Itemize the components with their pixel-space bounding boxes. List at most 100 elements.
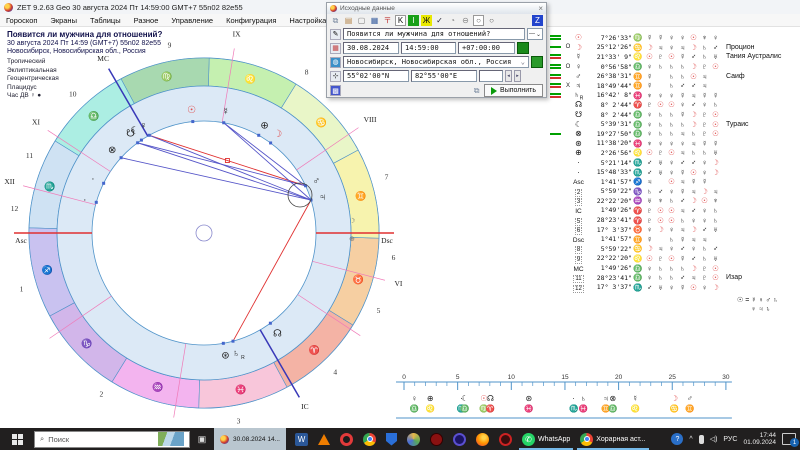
prev-arrow-button[interactable]: ◂ [505, 70, 512, 82]
toolbar-icon[interactable]: ✓ [434, 15, 445, 26]
menu-item-разное[interactable]: Разное [134, 16, 159, 25]
taskbar-app-word[interactable]: W [290, 428, 313, 450]
taskbar-app-paint[interactable] [402, 428, 425, 450]
longitude-input[interactable]: 82°55'00"E [411, 70, 477, 82]
timezone-input[interactable]: +07:00:00 [458, 42, 515, 54]
taskbar-apps: W ✆WhatsAppХорарная аст... [290, 428, 651, 450]
toolbar-icon[interactable]: ▤ [343, 15, 354, 26]
globe-icon: ◍ [330, 57, 341, 68]
house-cusp-line [48, 130, 111, 171]
menu-item-конфигурация[interactable]: Конфигурация [226, 16, 276, 25]
zodiac-sign-glyph: ♋ [316, 117, 327, 128]
taskbar-app-opera[interactable] [335, 428, 358, 450]
ruler-planet-glyph: ☽ [671, 394, 678, 403]
copy-icon[interactable]: ⧉ [471, 85, 482, 96]
question-input[interactable]: Появится ли мужчина для отношений? [343, 28, 525, 40]
center-circle [196, 225, 212, 241]
zodiac-sector [29, 228, 75, 316]
toolbar-icon[interactable]: ▢ [356, 15, 367, 26]
latitude-input[interactable]: 55°02'00"N [343, 70, 409, 82]
ruler-planet-glyph: ♄ [580, 394, 586, 403]
chart-setting: Час ДВ ♀ ● [7, 92, 59, 101]
chart-setting: Геоцентрическая [7, 75, 59, 84]
planet-positions-table: ☉7°26'33"♍☿☿♀♀☉♆♀O☽25°12'26"♋☽♃♀♃☽♄♂Проц… [550, 33, 800, 292]
toolbar-icon[interactable]: Ж [421, 15, 432, 26]
zet-taskbar-button[interactable]: 30.08.2024 14... [214, 428, 286, 450]
dialog-title-bar[interactable]: Исходные данные × [327, 3, 546, 14]
date-input[interactable]: 30.08.2024 [343, 42, 399, 54]
menu-item-таблицы[interactable]: Таблицы [90, 16, 121, 25]
zodiac-sign-glyph: ♉ [353, 273, 364, 284]
notification-center-button[interactable]: 1 [782, 433, 796, 445]
place-input[interactable]: Новосибирск, Новосибирская обл., Россия⌄ [343, 56, 529, 68]
toolbar-icon[interactable]: ⊖ [460, 15, 471, 26]
house-cusp-line [23, 186, 96, 205]
taskbar-app-shield[interactable] [381, 428, 402, 450]
toolbar-icon[interactable]: Z [532, 15, 543, 26]
zodiac-sector [29, 141, 79, 229]
start-button[interactable] [0, 428, 34, 450]
taskbar-app-firefox[interactable] [471, 428, 494, 450]
taskbar-app-obs[interactable] [425, 428, 448, 450]
taskbar-app-purple[interactable] [448, 428, 471, 450]
altitude-input[interactable] [479, 70, 503, 82]
menu-item-управление[interactable]: Управление [171, 16, 213, 25]
zet-task-icon [220, 435, 229, 444]
table-row: IC1°49'26"♈♇☉☉♃♂♀♄ [550, 206, 800, 216]
execute-button[interactable]: Выполнить [484, 84, 543, 97]
clock[interactable]: 17:44 01.09.2024 [743, 432, 776, 447]
search-input[interactable]: ⌕ Поиск [34, 431, 190, 448]
table-row: X♃18°49'44"♊☿♄♂♂♃ [550, 81, 800, 91]
house-number: 10 [69, 90, 77, 99]
windows-taskbar: ⌕ Поиск ▣ 30.08.2024 14... W ✆WhatsAppХор… [0, 428, 800, 450]
question-dropdown[interactable]: —⌄ [527, 28, 543, 40]
planet-degree-marker [140, 139, 143, 142]
language-indicator[interactable]: РУС [723, 436, 737, 443]
table-row: ⊛11°38'20"♓♆♀♀♀♃☿☿ [550, 139, 800, 149]
windows-logo-icon [12, 434, 23, 445]
taskbar-app-chrome[interactable] [358, 428, 381, 450]
ruler-sign-glyph: ♊ [685, 404, 694, 413]
menu-item-гороскоп[interactable]: Гороскоп [6, 16, 37, 25]
taskbar-app-whatsapp[interactable]: ✆WhatsApp [517, 428, 575, 450]
zodiac-sector [50, 303, 127, 382]
toolbar-icon[interactable]: ◔ [447, 15, 458, 26]
taskbar-app-chrome[interactable]: Хорарная аст... [575, 428, 650, 450]
toolbar-icon[interactable]: ▦ [369, 15, 380, 26]
ruler-planet-glyph: ♃ [603, 394, 609, 403]
toolbar-icon[interactable]: I [408, 15, 419, 26]
zodiac-sector [329, 237, 379, 325]
menu-item-настройка[interactable]: Настройка [289, 16, 326, 25]
planet-degree-marker [304, 184, 307, 187]
planet-degree-marker [269, 322, 272, 325]
cusp-label: IC [301, 402, 309, 411]
cusp-label: Dsc [381, 236, 393, 245]
task-view-button[interactable]: ▣ [190, 428, 214, 450]
toolbar-icon[interactable]: 〒 [382, 15, 393, 26]
tray-expand-icon[interactable]: ^ [689, 436, 692, 443]
atlas-button[interactable] [531, 56, 543, 68]
chart-setting: Плацидус [7, 84, 59, 93]
taskbar-app-vlc[interactable] [313, 428, 335, 450]
taskbar-app-redcam[interactable] [494, 428, 517, 450]
menu-item-экраны[interactable]: Экраны [50, 16, 77, 25]
next-arrow-button[interactable]: ▸ [514, 70, 521, 82]
microphone-icon[interactable] [699, 435, 704, 444]
now-button[interactable] [517, 42, 529, 54]
help-tray-icon[interactable]: ? [671, 433, 683, 445]
table-row: 322°22'20"♒♅♆♄♂☽☉♆ [550, 196, 800, 206]
zodiac-sign-glyph: ♒ [152, 381, 163, 392]
planet-degree-marker [310, 199, 313, 202]
toolbar-icon[interactable]: K [395, 15, 406, 26]
svg-text:R: R [241, 355, 245, 361]
speaker-icon[interactable]: ◁) [710, 435, 718, 443]
ruler-tick-label: 25 [669, 374, 677, 381]
toolbar-icon[interactable]: ○ [473, 15, 484, 26]
toolbar-icon[interactable]: ○ [486, 15, 497, 26]
time-input[interactable]: 14:59:00 [401, 42, 456, 54]
toolbar-icon[interactable]: ⧉ [330, 15, 341, 26]
close-icon[interactable]: × [538, 4, 543, 13]
ruler-sign-glyph: ♓ [579, 404, 588, 413]
chart-location: Новосибирск, Новосибирская обл., Россия [7, 48, 162, 55]
ruler-tick-label: 30 [722, 374, 730, 381]
